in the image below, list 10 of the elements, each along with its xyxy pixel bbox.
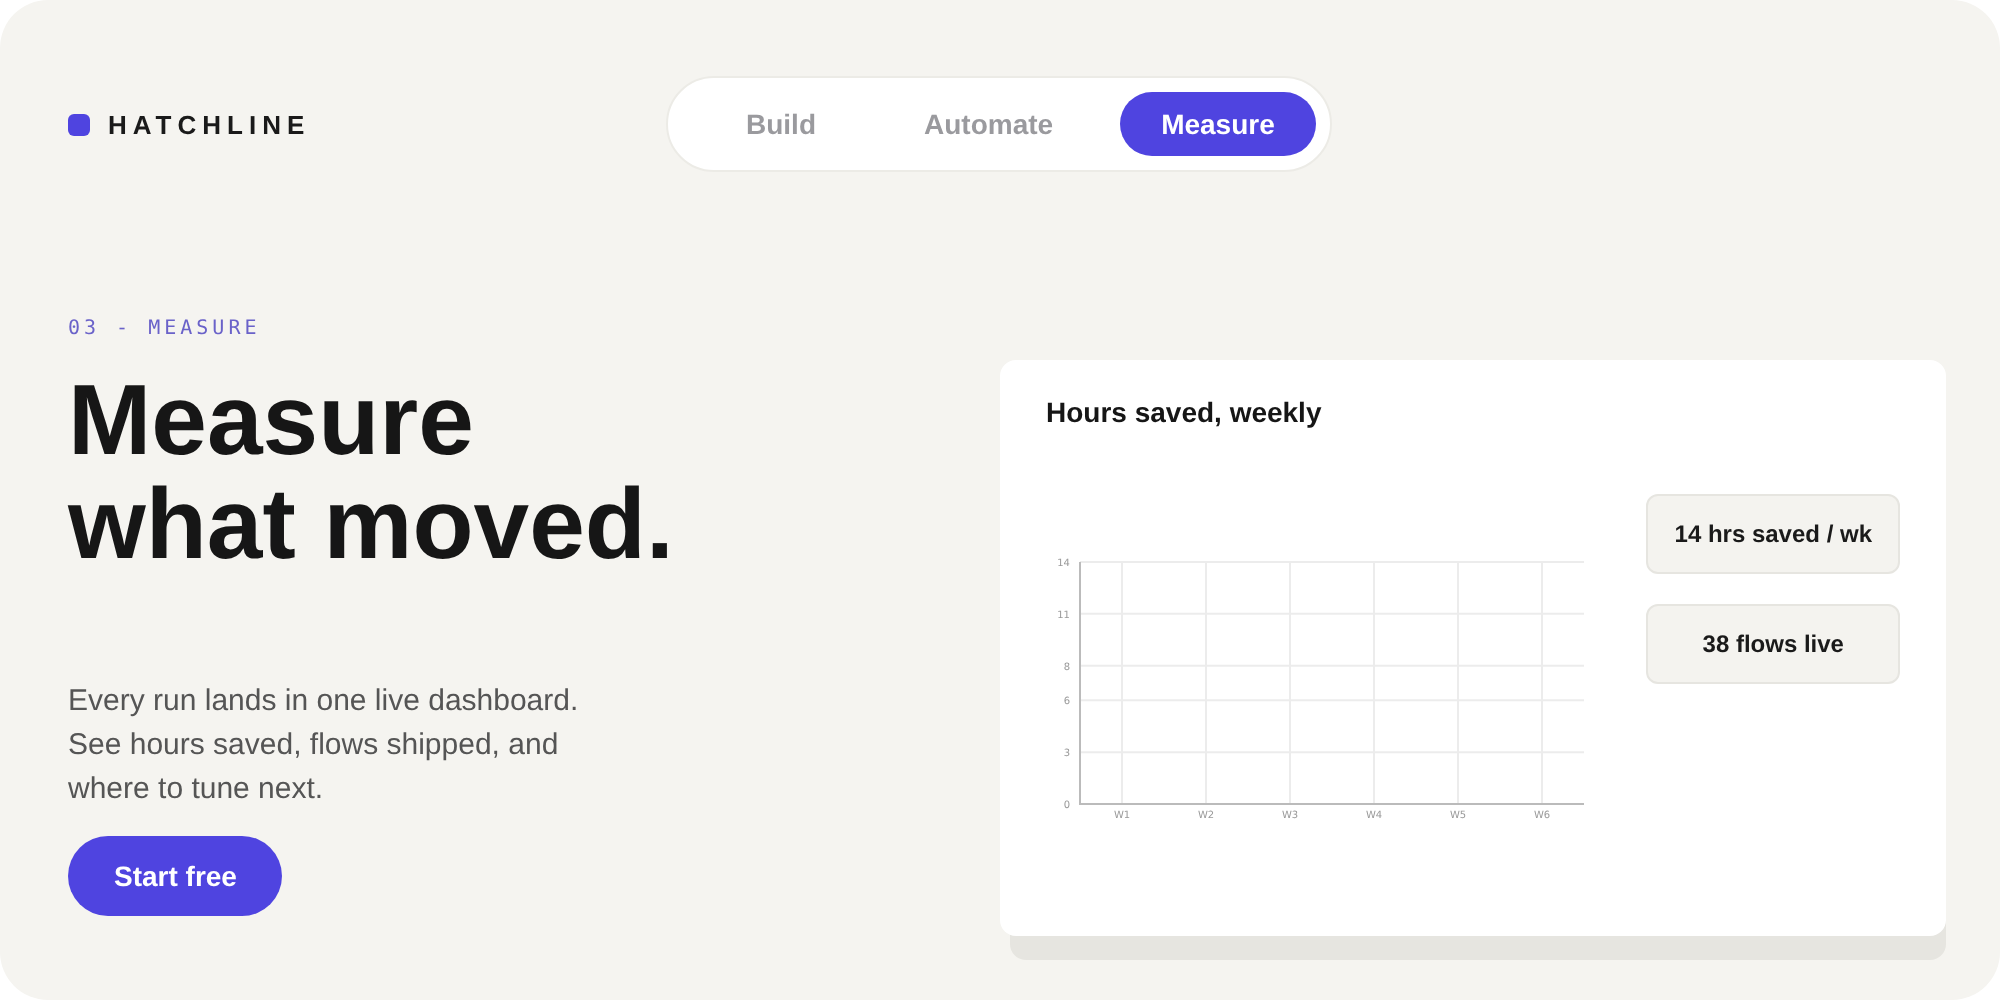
- headline: Measure what moved.: [68, 368, 676, 576]
- section-label: 03 - MEASURE: [68, 318, 263, 340]
- start-button[interactable]: Start free: [68, 836, 283, 916]
- stat-pill: 14 hrs saved / wk: [1646, 494, 1900, 574]
- card-title: Hours saved, weekly: [1046, 396, 1324, 428]
- description: Every run lands in one live dashboard. See hours saved, flows shipped, and where to tune next.: [68, 682, 581, 810]
- logo-icon: [68, 113, 90, 135]
- brand-name: HATCHLINE: [108, 109, 311, 139]
- nav-tab[interactable]: Measure: [1119, 92, 1317, 156]
- stat-pill: 38 flows live: [1646, 604, 1900, 684]
